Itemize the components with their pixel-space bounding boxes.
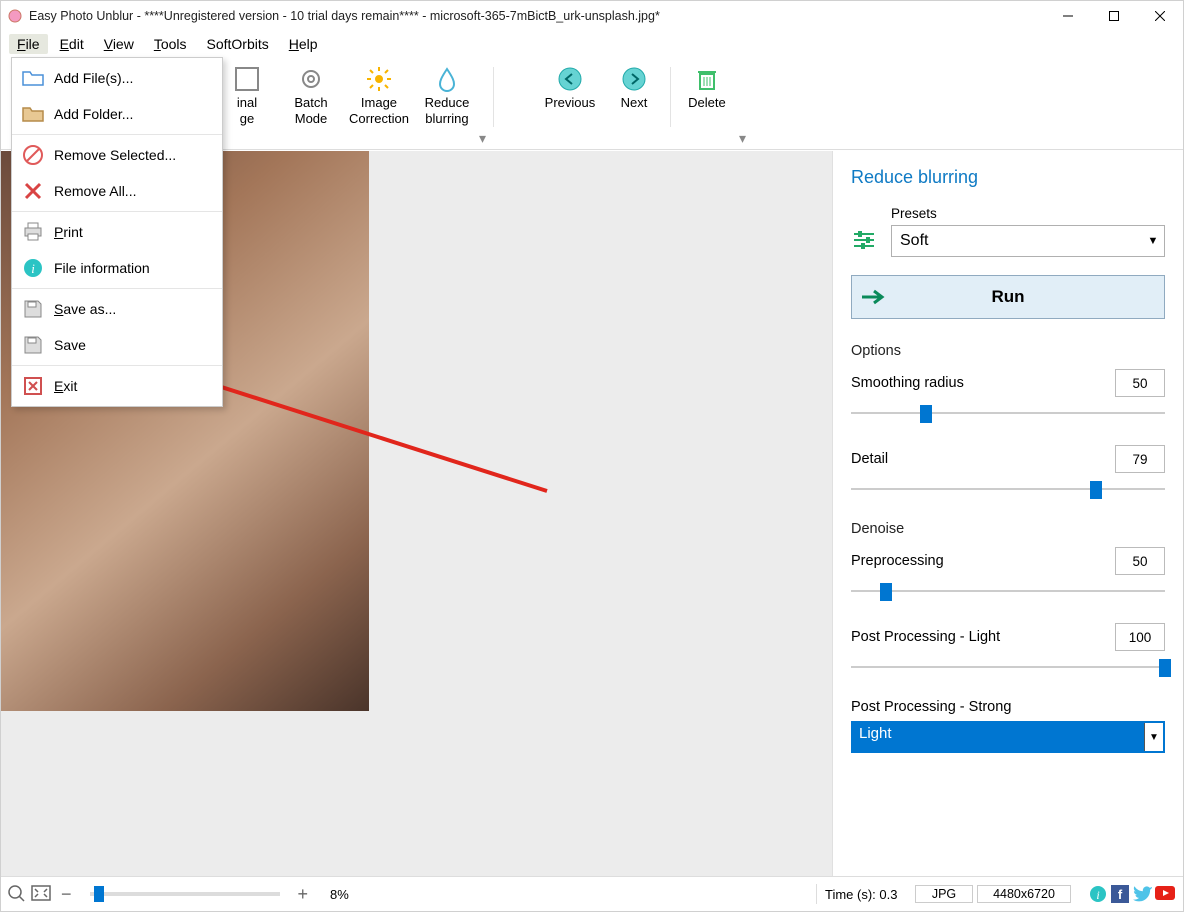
param-postlight: Post Processing - Light [851,623,1165,677]
menu-softorbits[interactable]: SoftOrbits [199,34,277,54]
status-dimensions: 4480x6720 [977,885,1071,903]
youtube-icon[interactable] [1155,885,1173,903]
postlight-input[interactable] [1115,623,1165,651]
toolbar-original-image[interactable]: inalge [215,61,279,129]
param-poststrong: Post Processing - Strong Light ▼ [851,699,1165,753]
svg-text:f: f [1118,887,1123,902]
next-icon [620,65,648,93]
detail-input[interactable] [1115,445,1165,473]
param-smoothing: Smoothing radius [851,369,1165,423]
facebook-icon[interactable]: f [1111,885,1129,903]
file-menu-dropdown: Add File(s)... Add Folder... Remove Sele… [11,57,223,407]
preprocessing-label: Preprocessing [851,553,944,569]
zoom-in-icon[interactable]: + [294,884,313,905]
menu-file[interactable]: File [9,34,48,54]
panel-title: Reduce blurring [851,167,1165,188]
statusbar: − + 8% Time (s): 0.3 JPG 4480x6720 i f [1,876,1183,911]
menu-exit[interactable]: Exit [12,368,222,404]
run-label: Run [894,287,1164,307]
maximize-button[interactable] [1091,1,1137,31]
zoom-out-icon[interactable]: − [57,884,76,905]
chevron-down-icon: ▼ [1142,235,1164,247]
svg-text:i: i [31,261,35,276]
menu-file-info[interactable]: i File information [12,250,222,286]
menu-tools[interactable]: Tools [146,34,195,54]
preprocessing-input[interactable] [1115,547,1165,575]
window-controls [1045,1,1183,31]
remove-icon [22,144,44,166]
folder-open-icon [22,67,44,89]
toolbar-group-expand-icon[interactable]: ▾ [739,130,749,149]
toolbar-previous[interactable]: Previous [538,61,602,113]
menu-help[interactable]: Help [281,34,326,54]
toolbar-delete[interactable]: Delete [675,61,739,113]
brightness-icon [365,65,393,93]
drop-icon [433,65,461,93]
menu-print[interactable]: Print [12,214,222,250]
postlight-label: Post Processing - Light [851,629,1000,645]
gear-icon [297,65,325,93]
presets-value: Soft [892,232,1142,250]
poststrong-combo[interactable]: Light ▼ [851,721,1165,753]
save-icon [22,334,44,356]
chevron-down-icon: ▼ [1144,723,1163,751]
toolbar-image-correction[interactable]: ImageCorrection [343,61,415,129]
status-time: Time (s): 0.3 [825,887,915,902]
toolbar-reduce-blurring[interactable]: Reduceblurring [415,61,479,129]
menu-view[interactable]: View [96,34,142,54]
app-icon [7,8,23,24]
trash-icon [693,65,721,93]
zoom-slider[interactable] [90,892,280,896]
exit-icon [22,375,44,397]
detail-label: Detail [851,451,888,467]
sliders-icon [851,227,877,257]
menu-add-files[interactable]: Add File(s)... [12,60,222,96]
menu-remove-selected[interactable]: Remove Selected... [12,137,222,173]
menu-save[interactable]: Save [12,327,222,363]
denoise-label: Denoise [851,521,1165,537]
save-as-icon [22,298,44,320]
toolbar-batch-mode[interactable]: BatchMode [279,61,343,129]
toolbar-group-expand-icon[interactable]: ▾ [479,130,489,149]
fit-window-icon[interactable] [31,885,51,904]
menu-save-as[interactable]: Save as... [12,291,222,327]
param-detail: Detail [851,445,1165,499]
zoom-value: 8% [330,887,349,902]
reduce-blurring-panel: Reduce blurring Presets Soft ▼ Run Optio… [833,151,1183,877]
smoothing-slider[interactable] [851,403,1165,423]
menubar: File Edit View Tools SoftOrbits Help [1,31,1183,57]
menu-remove-all[interactable]: Remove All... [12,173,222,209]
info-icon: i [22,257,44,279]
titlebar: Easy Photo Unblur - ****Unregistered ver… [1,1,1183,31]
zoom-actual-icon[interactable] [7,884,25,905]
remove-all-icon [22,180,44,202]
image-icon [233,65,261,93]
close-button[interactable] [1137,1,1183,31]
twitter-icon[interactable] [1133,885,1151,903]
info-icon[interactable]: i [1089,885,1107,903]
run-arrow-icon [852,288,894,306]
print-icon [22,221,44,243]
postlight-slider[interactable] [851,657,1165,677]
poststrong-label: Post Processing - Strong [851,699,1011,715]
folder-icon [22,103,44,125]
options-label: Options [851,343,1165,359]
previous-icon [556,65,584,93]
param-preprocessing: Preprocessing [851,547,1165,601]
presets-combo[interactable]: Soft ▼ [891,225,1165,257]
smoothing-label: Smoothing radius [851,375,964,391]
minimize-button[interactable] [1045,1,1091,31]
preprocessing-slider[interactable] [851,581,1165,601]
poststrong-value: Light [853,723,1144,751]
smoothing-input[interactable] [1115,369,1165,397]
menu-edit[interactable]: Edit [52,34,92,54]
status-format: JPG [915,885,973,903]
run-button[interactable]: Run [851,275,1165,319]
presets-label: Presets [891,206,1165,221]
menu-add-folder[interactable]: Add Folder... [12,96,222,132]
toolbar-next[interactable]: Next [602,61,666,113]
svg-text:i: i [1096,888,1099,902]
window-title: Easy Photo Unblur - ****Unregistered ver… [29,9,1045,23]
detail-slider[interactable] [851,479,1165,499]
